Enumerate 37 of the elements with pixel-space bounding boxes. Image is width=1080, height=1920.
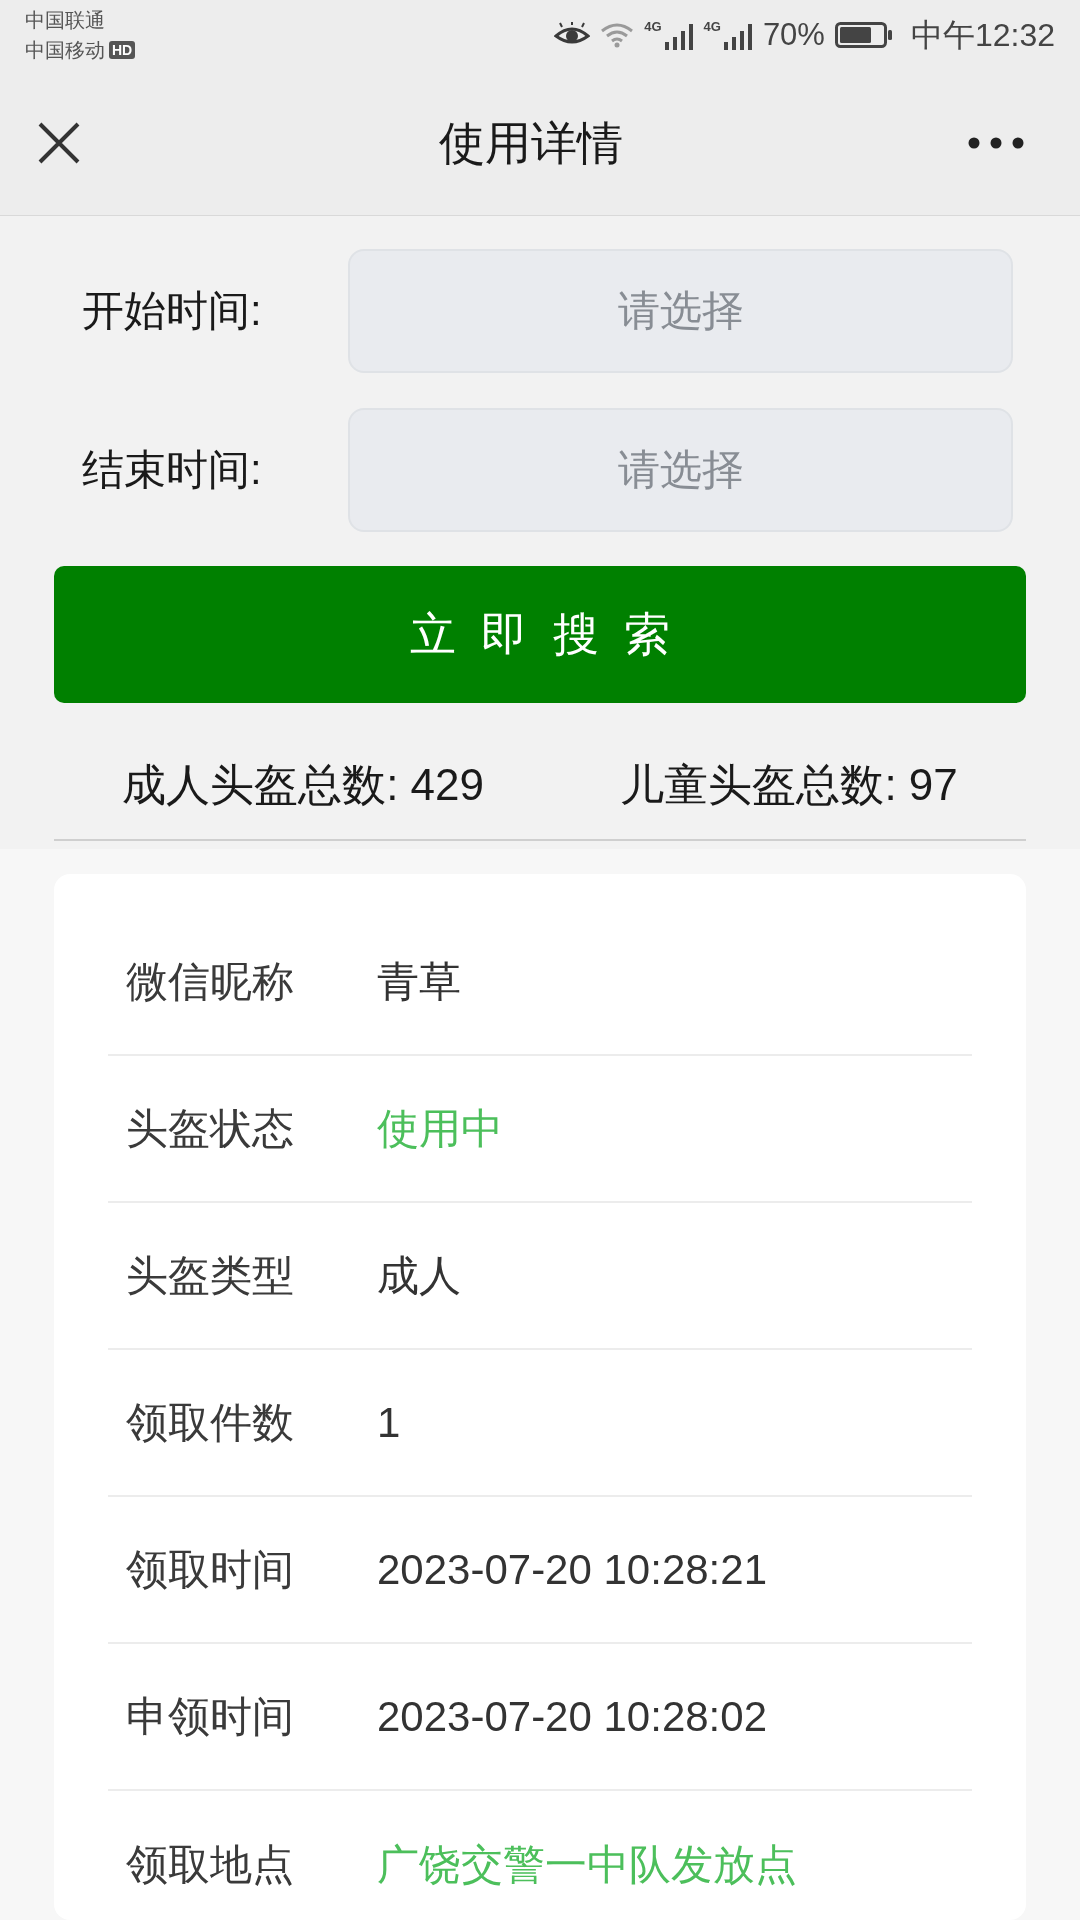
more-icon [968,136,1024,149]
detail-value: 2023-07-20 10:28:02 [377,1692,767,1741]
network-badge: HD [109,41,136,59]
filter-label: 开始时间: [82,287,263,335]
wifi-icon [600,22,635,48]
detail-label: 头盔类型 [126,1251,295,1300]
detail-label: 申领时间 [126,1692,295,1741]
detail-label: 头盔状态 [126,1104,295,1153]
more-button[interactable] [968,136,1024,149]
page-title: 使用详情 [439,116,623,169]
network-type: 4G [703,20,721,33]
status-time: 中午12:32 [910,18,1055,52]
date-picker-field[interactable]: 请选择 [348,408,1013,532]
search-button[interactable]: 立即搜索 [54,566,1026,703]
detail-value: 1 [377,1398,401,1447]
close-icon [38,121,80,164]
carrier-name: 中国联通 [25,9,105,31]
carrier-name: 中国移动 [25,39,105,61]
battery-icon [834,22,893,48]
signal-icon [722,24,753,50]
close-button[interactable] [38,121,80,164]
detail-label: 微信昵称 [126,957,295,1006]
battery-percent: 70% [762,18,825,52]
network-type: 4G [644,20,662,33]
detail-label: 领取时间 [126,1545,295,1594]
total-count: 儿童头盔总数: 97 [620,760,958,810]
signal-icon [663,24,694,50]
total-count: 成人头盔总数: 429 [122,760,485,810]
detail-value: 成人 [377,1251,461,1300]
filter-label: 结束时间: [82,446,263,494]
detail-value: 2023-07-20 10:28:21 [377,1545,767,1594]
detail-label: 领取件数 [126,1398,295,1447]
detail-value: 使用中 [377,1104,503,1153]
detail-value: 广饶交警一中队发放点 [377,1840,797,1889]
detail-label: 领取地点 [126,1840,295,1889]
detail-value: 青草 [377,957,461,1006]
date-picker-field[interactable]: 请选择 [348,249,1013,373]
